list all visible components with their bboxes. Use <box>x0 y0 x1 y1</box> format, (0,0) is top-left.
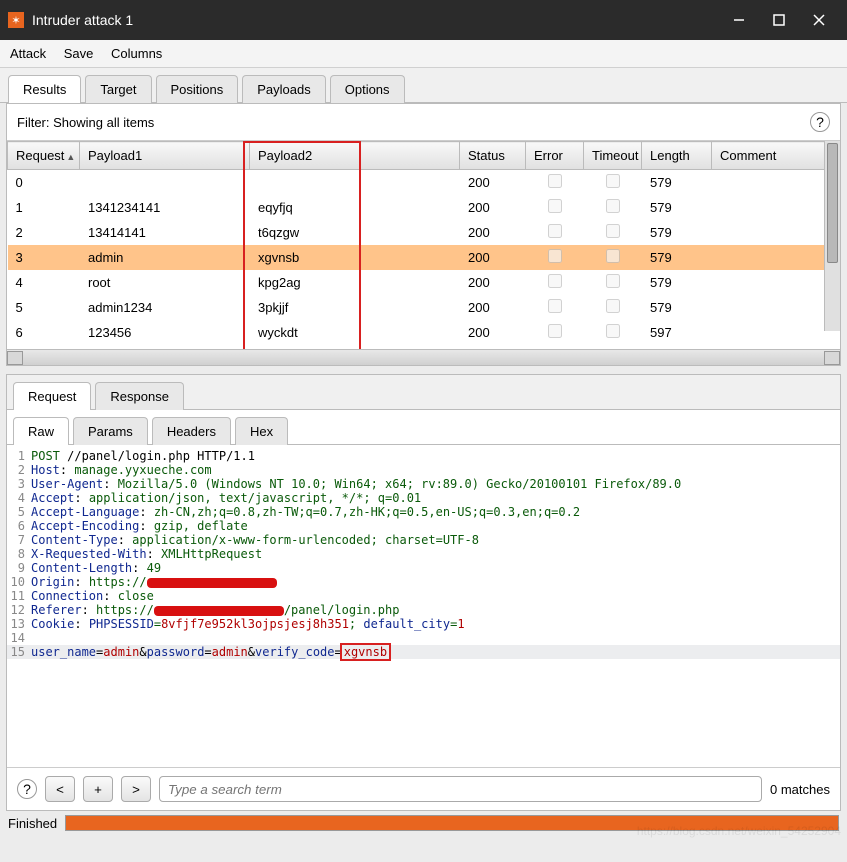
results-panel: Filter: Showing all items ? Request▲Payl… <box>6 103 841 366</box>
checkbox-icon <box>606 274 620 288</box>
checkbox-icon <box>606 299 620 313</box>
tab-results[interactable]: Results <box>8 75 81 103</box>
tab-target[interactable]: Target <box>85 75 151 103</box>
results-table: Request▲Payload1Payload2StatusErrorTimeo… <box>7 141 840 349</box>
checkbox-icon <box>548 249 562 263</box>
col-error[interactable]: Error <box>526 142 584 170</box>
search-next-button[interactable]: > <box>121 776 151 802</box>
menubar: Attack Save Columns <box>0 40 847 68</box>
tab-options[interactable]: Options <box>330 75 405 103</box>
minimize-button[interactable] <box>719 0 759 40</box>
view-tabs: Raw Params Headers Hex <box>7 410 840 445</box>
checkbox-icon <box>606 199 620 213</box>
app-icon: ✶ <box>8 12 24 28</box>
main-tabs: Results Target Positions Payloads Option… <box>0 68 847 103</box>
raw-request-view[interactable]: 1POST //panel/login.php HTTP/1.12Host: m… <box>7 445 840 767</box>
maximize-button[interactable] <box>759 0 799 40</box>
table-row[interactable]: 213414141t6qzgw200579 <box>8 220 840 245</box>
checkbox-icon <box>548 199 562 213</box>
tab-headers[interactable]: Headers <box>152 417 231 445</box>
scroll-left-icon[interactable] <box>7 351 23 365</box>
table-row[interactable]: 11341234141eqyfjq200579 <box>8 195 840 220</box>
tab-params[interactable]: Params <box>73 417 148 445</box>
checkbox-icon <box>606 249 620 263</box>
checkbox-icon <box>548 224 562 238</box>
checkbox-icon <box>606 174 620 188</box>
request-response-panel: Request Response Raw Params Headers Hex … <box>6 374 841 811</box>
menu-attack[interactable]: Attack <box>10 46 46 61</box>
menu-save[interactable]: Save <box>64 46 94 61</box>
checkbox-icon <box>548 324 562 338</box>
col-payload2[interactable]: Payload2 <box>250 142 460 170</box>
tab-hex[interactable]: Hex <box>235 417 288 445</box>
table-row[interactable]: 3adminxgvnsb200579 <box>8 245 840 270</box>
col-comment[interactable]: Comment <box>712 142 840 170</box>
table-row[interactable]: 5admin12343pkjjf200579 <box>8 295 840 320</box>
vertical-scrollbar[interactable] <box>824 141 840 331</box>
search-add-button[interactable]: + <box>83 776 113 802</box>
results-table-wrap: Request▲Payload1Payload2StatusErrorTimeo… <box>7 141 840 349</box>
col-payload1[interactable]: Payload1 <box>80 142 250 170</box>
tab-positions[interactable]: Positions <box>156 75 239 103</box>
table-row[interactable]: 6123456wyckdt200597 <box>8 320 840 345</box>
search-input[interactable] <box>159 776 762 802</box>
tab-payloads[interactable]: Payloads <box>242 75 325 103</box>
help-icon[interactable]: ? <box>810 112 830 132</box>
checkbox-icon <box>548 274 562 288</box>
statusbar: Finished <box>0 811 847 835</box>
table-row[interactable]: 0200579 <box>8 170 840 196</box>
search-matches: 0 matches <box>770 782 830 797</box>
filter-row[interactable]: Filter: Showing all items ? <box>7 104 840 141</box>
checkbox-icon <box>606 224 620 238</box>
status-text: Finished <box>8 816 57 831</box>
table-row[interactable]: 4rootkpg2ag200579 <box>8 270 840 295</box>
close-button[interactable] <box>799 0 839 40</box>
col-status[interactable]: Status <box>460 142 526 170</box>
col-request[interactable]: Request▲ <box>8 142 80 170</box>
checkbox-icon <box>548 174 562 188</box>
tab-request[interactable]: Request <box>13 382 91 410</box>
checkbox-icon <box>548 299 562 313</box>
checkbox-icon <box>606 324 620 338</box>
tab-raw[interactable]: Raw <box>13 417 69 445</box>
tab-response[interactable]: Response <box>95 382 184 410</box>
search-prev-button[interactable]: < <box>45 776 75 802</box>
menu-columns[interactable]: Columns <box>111 46 162 61</box>
scroll-right-icon[interactable] <box>824 351 840 365</box>
col-length[interactable]: Length <box>642 142 712 170</box>
help-icon[interactable]: ? <box>17 779 37 799</box>
filter-text: Filter: Showing all items <box>17 115 810 130</box>
search-row: ? < + > 0 matches <box>7 767 840 810</box>
horizontal-scrollbar[interactable] <box>7 349 840 365</box>
col-timeout[interactable]: Timeout <box>584 142 642 170</box>
progress-bar <box>65 815 839 831</box>
titlebar: ✶ Intruder attack 1 <box>0 0 847 40</box>
window-title: Intruder attack 1 <box>32 12 719 28</box>
reqres-tabs: Request Response <box>7 375 840 410</box>
